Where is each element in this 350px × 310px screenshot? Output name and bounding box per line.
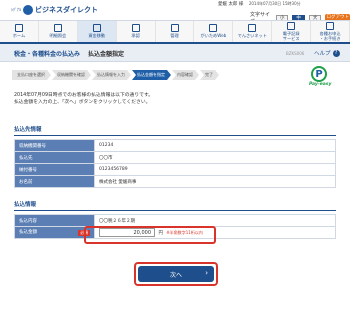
- help-icon: ?: [332, 49, 340, 57]
- next-button[interactable]: 次へ ›: [138, 266, 214, 282]
- table-row: 払込先 〇〇市: [14, 151, 336, 164]
- step-item: 払込情報を入力: [92, 70, 131, 80]
- approval-icon: [131, 24, 140, 33]
- row-value: 株式会社 愛媛商事: [94, 175, 336, 188]
- nav-item-application[interactable]: 各種お申込 ・お手続き: [311, 21, 350, 42]
- step-indicator: 支払口座を選択 収納機関を確認 払込情報を入力 払込金額を指定 内容確認 完了: [12, 70, 219, 80]
- step-item: 収納機関を確認: [52, 70, 91, 80]
- application-icon: [326, 22, 335, 30]
- nav-label: 各種お申込 ・お手続き: [319, 31, 341, 41]
- nav-item-densai[interactable]: でんさいネット: [233, 21, 273, 42]
- home-icon: [14, 24, 23, 33]
- user-name: 愛媛 太郎 様: [218, 2, 244, 7]
- payeasy-logo: P Pay-easy: [308, 64, 338, 90]
- nav-label: がいためWeb: [200, 33, 227, 39]
- login-time: 2014年07月30日 15時30分: [248, 1, 301, 6]
- payee-info-table: 収納機関番号 01234 払込先 〇〇市 納付番号 0123456789 お名前…: [14, 139, 336, 188]
- nav-item-management[interactable]: 管理: [156, 21, 195, 42]
- brand-logo[interactable]: ｼｸﾞﾅﾙ ビジネスダイレクト: [11, 5, 98, 15]
- nav-item-transfer[interactable]: 資金移動: [77, 21, 117, 42]
- nav-item-statement[interactable]: 明細照会: [39, 21, 78, 42]
- row-label: 払込先: [14, 151, 95, 164]
- table-row: 払込内容 〇〇税２６年２期: [14, 214, 336, 227]
- top-header: ｼｸﾞﾅﾙ ビジネスダイレクト 愛媛 太郎 様 2014年07月30日 15時3…: [0, 0, 350, 25]
- intro-message: 2014年07月09日時点でのお客様の払込情報は以下の通りです。 払込金額を入力…: [14, 92, 344, 110]
- intro-line-1: 2014年07月09日時点でのお客様の払込情報は以下の通りです。: [14, 93, 154, 98]
- global-nav: ホーム 明細照会 資金移動 承認 管理 がいためWeb でんさいネット 電子記録…: [0, 20, 350, 44]
- next-button-label: 次へ: [169, 271, 182, 279]
- forex-icon: [209, 24, 218, 33]
- brand-small-text: ｼｸﾞﾅﾙ: [11, 7, 21, 12]
- table-row: お名前 株式会社 愛媛商事: [14, 175, 336, 188]
- amount-label: 払込金額: [19, 230, 37, 235]
- user-info: 愛媛 太郎 様 2014年07月30日 15時30分: [218, 1, 301, 7]
- e-record-icon: [287, 22, 296, 30]
- title-bar: 税金・各種料金の払込み 払込金額指定 BZKS006 ヘルプ ?: [0, 44, 350, 62]
- row-label: 払込内容: [14, 214, 95, 227]
- row-label: お名前: [14, 175, 95, 188]
- step-item-current: 払込金額を指定: [132, 70, 171, 80]
- next-button-highlight: 次へ ›: [134, 262, 218, 286]
- table-row: 収納機関番号 01234: [14, 139, 336, 152]
- amount-highlight-frame: [84, 226, 216, 244]
- step-item: 支払口座を選択: [12, 70, 51, 80]
- payment-section-title: 払込情報: [14, 200, 336, 211]
- brand-name: ビジネスダイレクト: [35, 6, 98, 14]
- nav-label: 承認: [131, 33, 140, 39]
- chevron-right-icon: ›: [205, 269, 208, 277]
- nav-label: ホーム: [12, 33, 26, 39]
- help-link[interactable]: ヘルプ ?: [314, 49, 340, 57]
- row-value: 〇〇税２６年２期: [94, 214, 336, 227]
- densai-icon: [248, 24, 257, 33]
- management-icon: [170, 24, 179, 33]
- table-row: 納付番号 0123456789: [14, 163, 336, 176]
- intro-line-2: 払込金額を入力の上、「次へ」ボタンをクリックしてください。: [14, 100, 151, 105]
- brand-mark-icon: [23, 5, 33, 15]
- transfer-icon: [92, 24, 101, 33]
- page-title: 税金・各種料金の払込み: [14, 51, 81, 58]
- help-label: ヘルプ: [314, 51, 331, 57]
- row-label: 納付番号: [14, 163, 95, 176]
- nav-item-forex[interactable]: がいためWeb: [194, 21, 234, 42]
- step-item: 内容確認: [172, 70, 199, 80]
- row-label: 収納機関番号: [14, 139, 95, 152]
- step-item: 完了: [200, 70, 219, 80]
- nav-label: 電子記録 サービス: [282, 31, 300, 41]
- row-value: 01234: [94, 139, 336, 152]
- nav-item-approval[interactable]: 承認: [117, 21, 156, 42]
- payee-section-title: 払込先情報: [14, 125, 336, 136]
- nav-label: 管理: [170, 33, 179, 39]
- screen-id: BZKS006: [286, 51, 305, 56]
- nav-item-e-record[interactable]: 電子記録 サービス: [272, 21, 312, 42]
- row-value: 〇〇市: [94, 151, 336, 164]
- payeasy-text: Pay-easy: [309, 82, 332, 87]
- nav-label: 資金移動: [88, 33, 106, 39]
- page-subtitle: 払込金額指定: [88, 51, 125, 58]
- nav-label: 明細照会: [49, 33, 67, 39]
- nav-label: でんさいネット: [237, 33, 267, 39]
- nav-item-home[interactable]: ホーム: [0, 21, 39, 42]
- statement-icon: [53, 24, 62, 33]
- row-label: 払込金額 必須: [14, 226, 95, 239]
- row-value: 0123456789: [94, 163, 336, 176]
- payeasy-mark: P: [311, 66, 327, 82]
